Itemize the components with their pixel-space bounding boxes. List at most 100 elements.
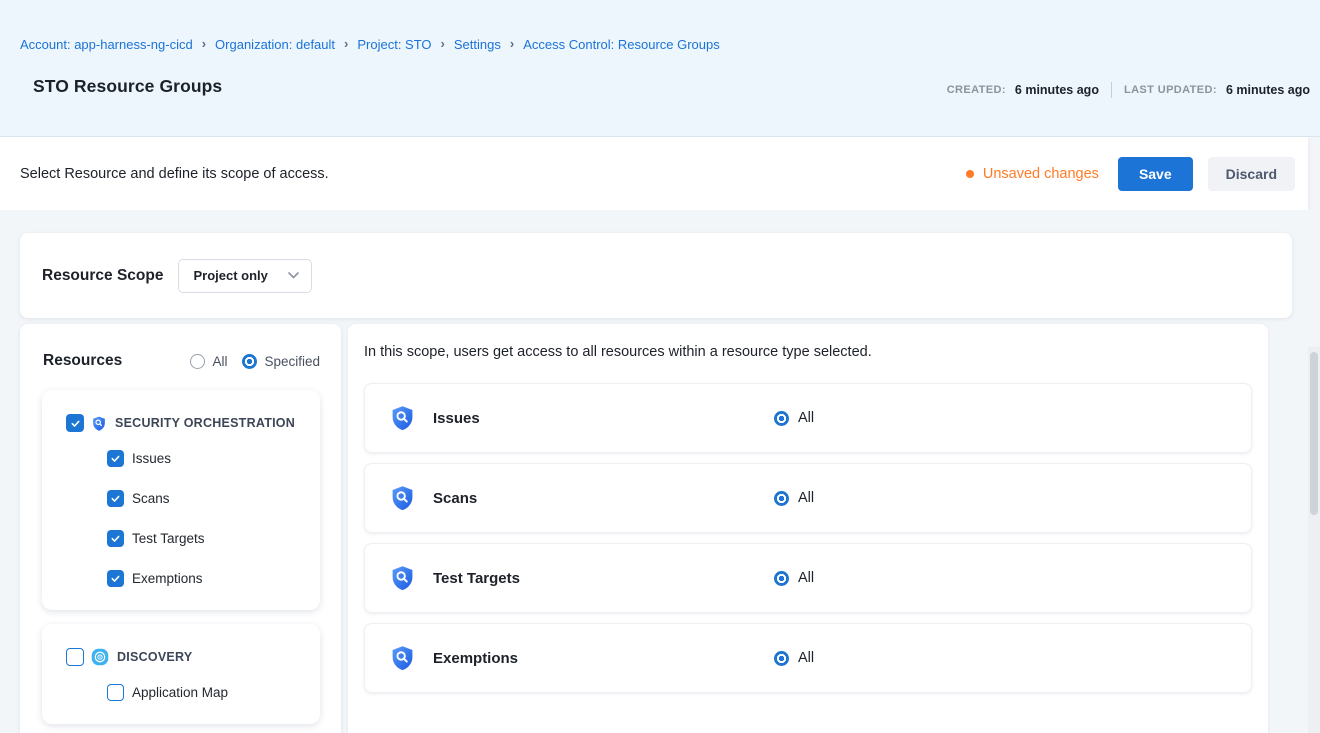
resource-group-header: SECURITY ORCHESTRATION bbox=[42, 408, 320, 438]
breadcrumb-separator-icon: › bbox=[202, 37, 206, 50]
toolbar-description: Select Resource and define its scope of … bbox=[20, 166, 329, 182]
created-label: CREATED: bbox=[947, 84, 1006, 96]
resource-type-item: Test Targets bbox=[42, 518, 320, 558]
resource-group-header: DISCOVERY bbox=[42, 642, 320, 672]
shield-search-icon bbox=[389, 484, 416, 512]
resource-access-row: Scans All bbox=[364, 463, 1252, 533]
shield-search-icon bbox=[389, 644, 416, 672]
resource-group-children: Application Map bbox=[42, 672, 320, 712]
resource-type-item: Application Map bbox=[42, 672, 320, 712]
resource-type-checkbox[interactable] bbox=[107, 530, 124, 547]
access-all-label: All bbox=[798, 650, 814, 666]
resource-group-label: SECURITY ORCHESTRATION bbox=[115, 416, 295, 430]
shield-search-icon bbox=[91, 415, 107, 432]
resource-scope-card: Resource Scope Project only bbox=[20, 233, 1292, 318]
resource-access-rows: Issues All Scans All Test Targets bbox=[364, 383, 1252, 693]
resource-type-item: Exemptions bbox=[42, 558, 320, 598]
resource-group-checkbox[interactable] bbox=[66, 648, 84, 666]
breadcrumb-link[interactable]: Account: app-harness-ng-cicd bbox=[20, 37, 193, 52]
resource-type-checkbox[interactable] bbox=[107, 450, 124, 467]
resource-type-title: Issues bbox=[433, 410, 480, 427]
resource-access-row: Issues All bbox=[364, 383, 1252, 453]
resource-scope-label: Resource Scope bbox=[42, 267, 163, 285]
radio-all-label: All bbox=[212, 354, 227, 369]
page-body: Resource Scope Project only Resources Al… bbox=[0, 210, 1320, 733]
breadcrumb-link[interactable]: Organization: default bbox=[215, 37, 335, 52]
resource-type-label: Issues bbox=[132, 451, 171, 466]
scrollbar-track[interactable] bbox=[1308, 347, 1320, 733]
radio-option-all[interactable]: All bbox=[190, 354, 227, 369]
resource-type-item: Scans bbox=[42, 478, 320, 518]
resources-panel-header: Resources All Specified bbox=[20, 324, 341, 370]
resource-groups-list: SECURITY ORCHESTRATION Issues Scans Test… bbox=[20, 390, 341, 724]
created-value: 6 minutes ago bbox=[1015, 83, 1099, 97]
breadcrumb: Account: app-harness-ng-cicd › Organizatio… bbox=[20, 37, 720, 52]
resource-type-item: Issues bbox=[42, 438, 320, 478]
shield-search-icon bbox=[91, 415, 107, 432]
radar-icon bbox=[91, 648, 109, 666]
radio-all-control[interactable] bbox=[190, 354, 205, 369]
breadcrumb-link[interactable]: Settings bbox=[454, 37, 501, 52]
last-updated-value: 6 minutes ago bbox=[1226, 83, 1310, 97]
chevron-down-icon bbox=[288, 272, 299, 279]
breadcrumb-link[interactable]: Access Control: Resource Groups bbox=[523, 37, 720, 52]
unsaved-dot-icon bbox=[966, 170, 974, 178]
access-scope-selector: All bbox=[774, 490, 814, 506]
resource-type-checkbox[interactable] bbox=[107, 490, 124, 507]
access-scope-selector: All bbox=[774, 410, 814, 426]
resource-group-label: DISCOVERY bbox=[117, 650, 192, 664]
access-all-radio[interactable] bbox=[774, 411, 789, 426]
resource-scope-selected-value: Project only bbox=[193, 268, 267, 283]
access-all-radio[interactable] bbox=[774, 571, 789, 586]
resource-group-checkbox[interactable] bbox=[66, 414, 84, 432]
resource-type-title: Scans bbox=[433, 490, 477, 507]
breadcrumb-separator-icon: › bbox=[344, 37, 348, 50]
resource-type-checkbox[interactable] bbox=[107, 684, 124, 701]
breadcrumb-separator-icon: › bbox=[441, 37, 445, 50]
scrollbar-thumb[interactable] bbox=[1310, 352, 1318, 515]
scope-access-description: In this scope, users get access to all r… bbox=[364, 344, 1252, 360]
shield-search-icon bbox=[389, 404, 416, 432]
unsaved-changes-label: Unsaved changes bbox=[983, 166, 1099, 182]
resource-type-label: Application Map bbox=[132, 685, 228, 700]
resource-group-card: DISCOVERY Application Map bbox=[42, 624, 320, 724]
resource-type-label: Exemptions bbox=[132, 571, 203, 586]
resource-type-title: Exemptions bbox=[433, 650, 518, 667]
resource-mode-radios: All Specified bbox=[190, 354, 320, 369]
resource-group-children: Issues Scans Test Targets Exemptions bbox=[42, 438, 320, 598]
radio-option-specified[interactable]: Specified bbox=[242, 354, 320, 369]
resources-panel: Resources All Specified SECURIT bbox=[20, 324, 341, 733]
breadcrumb-separator-icon: › bbox=[510, 37, 514, 50]
toolbar-actions: Unsaved changes Save Discard bbox=[966, 157, 1295, 191]
resource-type-title: Test Targets bbox=[433, 570, 520, 587]
access-all-label: All bbox=[798, 490, 814, 506]
page-header: Account: app-harness-ng-cicd › Organizatio… bbox=[0, 0, 1320, 137]
access-all-radio[interactable] bbox=[774, 651, 789, 666]
shield-search-icon bbox=[389, 564, 416, 592]
access-all-label: All bbox=[798, 570, 814, 586]
resource-type-label: Scans bbox=[132, 491, 170, 506]
radio-specified-control[interactable] bbox=[242, 354, 257, 369]
resource-access-row: Test Targets All bbox=[364, 543, 1252, 613]
access-scope-selector: All bbox=[774, 570, 814, 586]
access-scope-selector: All bbox=[774, 650, 814, 666]
page-title: STO Resource Groups bbox=[33, 76, 222, 97]
resources-title: Resources bbox=[43, 352, 122, 370]
resource-access-panel: In this scope, users get access to all r… bbox=[348, 324, 1268, 733]
resource-type-label: Test Targets bbox=[132, 531, 205, 546]
discard-button[interactable]: Discard bbox=[1208, 157, 1295, 191]
resource-scope-dropdown[interactable]: Project only bbox=[178, 259, 311, 293]
save-button[interactable]: Save bbox=[1118, 157, 1193, 191]
radar-icon bbox=[91, 648, 109, 666]
resource-group-card: SECURITY ORCHESTRATION Issues Scans Test… bbox=[42, 390, 320, 610]
resource-type-checkbox[interactable] bbox=[107, 570, 124, 587]
action-toolbar: Select Resource and define its scope of … bbox=[0, 137, 1308, 210]
access-all-label: All bbox=[798, 410, 814, 426]
timestamp-divider bbox=[1111, 82, 1112, 98]
access-all-radio[interactable] bbox=[774, 491, 789, 506]
last-updated-label: LAST UPDATED: bbox=[1124, 84, 1217, 96]
breadcrumb-link[interactable]: Project: STO bbox=[357, 37, 431, 52]
resource-access-row: Exemptions All bbox=[364, 623, 1252, 693]
unsaved-changes-indicator: Unsaved changes bbox=[966, 166, 1099, 182]
radio-specified-label: Specified bbox=[264, 354, 320, 369]
